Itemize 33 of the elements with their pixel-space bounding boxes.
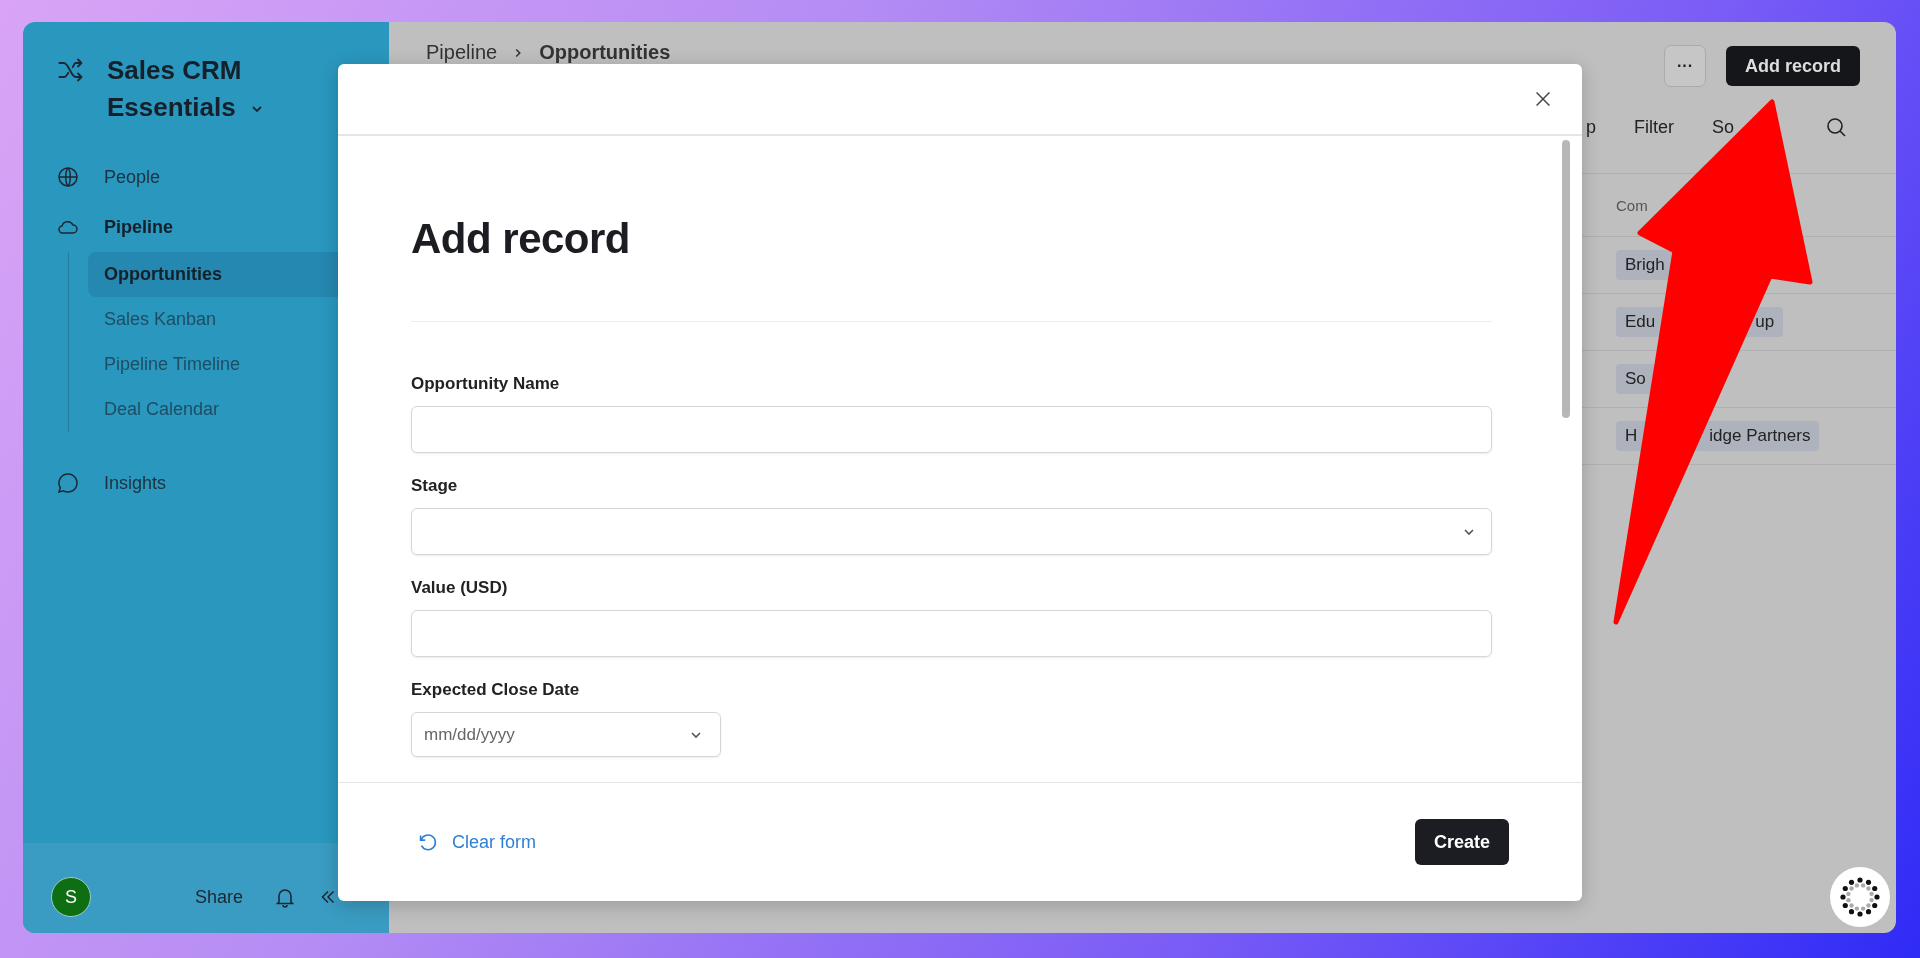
dialog-title: Add record <box>411 215 632 263</box>
input-field[interactable] <box>411 610 1492 657</box>
search-icon[interactable] <box>1824 115 1848 139</box>
field-label: Stage <box>411 476 459 496</box>
nav-item[interactable]: People <box>23 152 389 202</box>
date-field[interactable]: mm/dd/yyyy <box>411 712 721 757</box>
clear-form-link[interactable]: Clear form <box>416 831 536 853</box>
more-button[interactable]: ··· <box>1664 45 1706 87</box>
shuffle-icon <box>57 56 85 84</box>
share-link[interactable]: Share <box>195 886 244 908</box>
breadcrumb-current: Opportunities <box>539 41 671 64</box>
create-button[interactable]: Create <box>1414 819 1509 865</box>
nav-item[interactable]: Insights <box>23 458 389 508</box>
chat-bubble-icon <box>56 471 80 495</box>
field-label: Expected Close Date <box>411 680 581 700</box>
input-field[interactable] <box>411 406 1492 453</box>
column-header: Com <box>1616 196 1648 214</box>
add-record-button[interactable]: Add record <box>1726 46 1860 86</box>
scrollbar[interactable] <box>1562 140 1570 418</box>
toolbar-button[interactable]: p <box>1585 116 1596 138</box>
field-label: Value (USD) <box>411 578 509 598</box>
globe-icon <box>56 165 80 189</box>
select-field[interactable] <box>411 508 1492 555</box>
company-tag: Brigh <box>1616 250 1674 280</box>
toolbar-button[interactable]: Filter <box>1633 116 1674 138</box>
workspace-title[interactable]: Sales CRM Essentials <box>107 52 277 126</box>
avatar[interactable]: S <box>51 877 91 917</box>
breadcrumb-link[interactable]: Pipeline <box>426 41 498 64</box>
nav-item[interactable]: Pipeline <box>23 202 389 252</box>
toolbar-button[interactable]: So <box>1711 116 1734 138</box>
loading-spinner-icon <box>1830 867 1890 927</box>
company-tag: So <box>1616 364 1655 394</box>
field-label: Opportunity Name <box>411 374 561 394</box>
